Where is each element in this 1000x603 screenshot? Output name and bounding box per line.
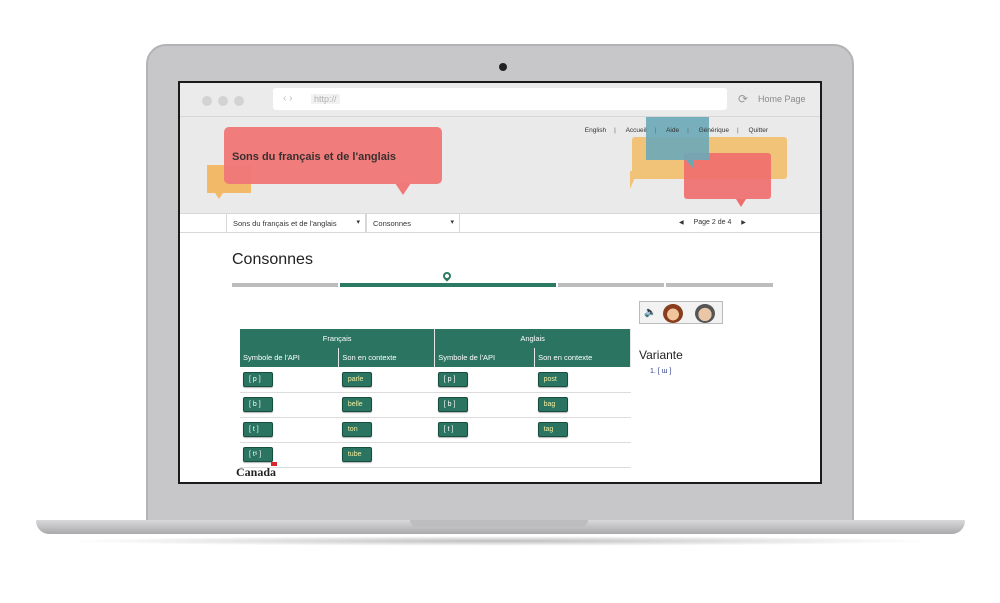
window-dot [234, 96, 244, 106]
word-audio-button[interactable]: bag [537, 397, 568, 412]
browser-bar: ‹ › http:// ⟳ Home Page [180, 83, 820, 117]
word-audio-button[interactable]: belle [341, 397, 372, 412]
laptop-shadow [60, 536, 940, 546]
module-dropdown-label: Sons du français et de l'anglais [233, 219, 337, 228]
chevron-down-icon: ▾ [356, 219, 360, 226]
variante-list: 1. [ ɯ ] [650, 368, 671, 375]
group-header-francais: Français [240, 329, 436, 348]
nav-row: Sons du français et de l'anglais ▾ Conso… [180, 213, 820, 233]
canada-wordmark-text: Canada [236, 465, 277, 479]
topnav-generique[interactable]: Générique [699, 127, 729, 134]
laptop-notch [410, 520, 588, 527]
topnav-english[interactable]: English [585, 127, 606, 134]
topnav-aide[interactable]: Aide [666, 127, 679, 134]
site-title: Sons du français et de l'anglais [232, 151, 396, 163]
separator: | [614, 127, 616, 134]
column-header: Symbole de l'API [434, 348, 536, 367]
speech-bubble-tail [395, 183, 411, 195]
ipa-symbol-button[interactable]: [ tˢ ] [243, 447, 273, 462]
progress-current-segment [340, 283, 556, 287]
address-bar[interactable]: ‹ › http:// [273, 88, 727, 110]
progress-separator [664, 283, 666, 287]
speech-bubble-tail [630, 171, 638, 189]
speech-bubble [646, 117, 709, 160]
ipa-symbol-button[interactable]: [ p ] [243, 371, 273, 387]
column-header: Son en contexte [338, 348, 436, 367]
word-audio-button[interactable]: tag [537, 422, 568, 437]
speech-bubble-tail [686, 160, 693, 168]
location-pin-icon [441, 270, 453, 282]
ipa-symbol-button[interactable]: [ b ] [437, 397, 468, 412]
table-row: [ t ] ton [ t ] tag [240, 417, 631, 443]
window-dot [202, 96, 212, 106]
site-header: Sons du français et de l'anglais English… [180, 117, 820, 213]
word-audio-button[interactable]: ton [341, 422, 372, 437]
ipa-symbol-button[interactable]: [ b ] [243, 397, 273, 412]
topnav-quitter[interactable]: Quitter [748, 127, 768, 134]
word-audio-button[interactable]: tube [341, 447, 372, 462]
empty-cell [434, 442, 535, 468]
screen: ‹ › http:// ⟳ Home Page Sons du français… [178, 81, 822, 484]
camera [499, 63, 507, 71]
section-dropdown-label: Consonnes [373, 219, 411, 228]
canada-wordmark: Canada [236, 462, 278, 480]
speaker-selector[interactable]: 🔈 [639, 301, 723, 324]
prev-page-icon[interactable]: ◀ [679, 220, 684, 226]
speech-bubble-tail [215, 193, 223, 199]
page-title: Consonnes [232, 251, 313, 268]
url-text[interactable]: http:// [311, 94, 340, 104]
next-page-icon[interactable]: ▶ [741, 220, 746, 226]
table-row: [ tˢ ] tube [240, 442, 631, 468]
separator: | [654, 127, 657, 134]
ipa-symbol-button[interactable]: [ t ] [437, 422, 468, 437]
column-header: Son en contexte [534, 348, 631, 367]
column-header: Symbole de l'API [240, 348, 340, 367]
progress-separator [556, 283, 558, 287]
group-header-anglais: Anglais [434, 329, 631, 348]
empty-cell [534, 442, 631, 468]
ipa-symbol-button[interactable]: [ p ] [437, 371, 468, 387]
word-audio-button[interactable]: parle [341, 371, 372, 387]
topnav-accueil[interactable]: Accueil [626, 127, 647, 134]
section-dropdown[interactable]: Consonnes ▾ [366, 214, 460, 233]
speaker-icon[interactable]: 🔈 [644, 307, 656, 318]
variante-title: Variante [639, 348, 683, 362]
table-row: [ p ] parle [ p ] post [240, 367, 631, 393]
module-dropdown[interactable]: Sons du français et de l'anglais ▾ [226, 214, 366, 233]
word-audio-button[interactable]: post [537, 371, 568, 387]
chevron-down-icon: ▾ [450, 219, 454, 226]
sounds-table: Français Anglais Symbole de l'API Son en… [240, 329, 631, 468]
progress-separator [338, 283, 340, 287]
ipa-symbol-button[interactable]: [ t ] [243, 422, 273, 437]
separator: | [687, 127, 689, 134]
reload-icon[interactable]: ⟳ [738, 92, 748, 106]
separator: | [736, 127, 739, 134]
home-page-link[interactable]: Home Page [758, 94, 806, 104]
pager: ◀ Page 2 de 4 ▶ [671, 219, 754, 226]
page-label: Page 2 de 4 [693, 219, 732, 226]
top-nav: English | Accueil | Aide | Générique | Quitt… [581, 127, 772, 134]
flag-icon [271, 462, 278, 466]
variante-item[interactable]: 1. [ ɯ ] [650, 368, 671, 375]
female-speaker-avatar[interactable] [663, 304, 683, 323]
window-dot [218, 96, 228, 106]
speech-bubble-tail [736, 199, 746, 207]
male-speaker-avatar[interactable] [695, 304, 715, 323]
table-row: [ b ] belle [ b ] bag [240, 392, 631, 418]
nav-arrows-icon[interactable]: ‹ › [283, 93, 292, 104]
